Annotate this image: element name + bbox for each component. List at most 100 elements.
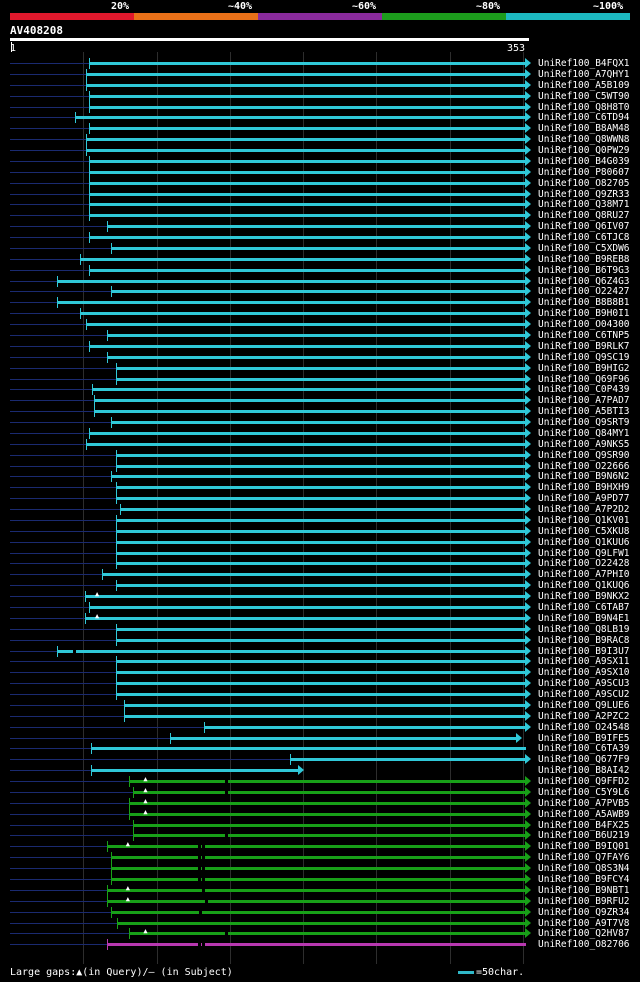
alignment-bar[interactable] <box>115 682 526 686</box>
hit-label[interactable]: UniRef100_Q9SRT9 <box>538 417 630 428</box>
hit-label[interactable]: UniRef100_O04300 <box>538 319 630 330</box>
hit-row[interactable]: UniRef100_B9HIG2 <box>0 362 640 374</box>
hit-row[interactable]: UniRef100_Q69F96 <box>0 373 640 385</box>
alignment-bar[interactable] <box>106 225 526 229</box>
hit-label[interactable]: UniRef100_Q1KUQ6 <box>538 580 630 591</box>
hit-label[interactable]: UniRef100_A9SX11 <box>538 656 630 667</box>
alignment-bar[interactable] <box>86 83 526 87</box>
alignment-bar[interactable] <box>84 595 526 599</box>
hit-row[interactable]: UniRef100_B9RAC8 <box>0 634 640 646</box>
alignment-bar[interactable] <box>86 323 526 327</box>
hit-label[interactable]: UniRef100_C6TA39 <box>538 743 630 754</box>
hit-row[interactable]: UniRef100_B9IFE5 <box>0 732 640 744</box>
hit-label[interactable]: UniRef100_Q8WWN8 <box>538 134 630 145</box>
hit-row[interactable]: ▲ UniRef100_B9N4E1 <box>0 612 640 624</box>
hit-row[interactable]: UniRef100_O82705 <box>0 177 640 189</box>
hit-row[interactable]: ▲ UniRef100_B9NBT1 <box>0 884 640 896</box>
alignment-bar[interactable] <box>92 388 526 392</box>
hit-label[interactable]: UniRef100_B9NBT1 <box>538 885 630 896</box>
alignment-bar[interactable] <box>89 606 526 609</box>
hit-row[interactable]: UniRef100_Q9LUE6 <box>0 699 640 711</box>
alignment-bar[interactable] <box>90 747 526 751</box>
hit-label[interactable]: UniRef100_O24548 <box>538 722 630 733</box>
hit-row[interactable]: UniRef100_Q9SR90 <box>0 449 640 461</box>
hit-label[interactable]: UniRef100_B9I3U7 <box>538 646 630 657</box>
alignment-bar[interactable] <box>93 399 526 403</box>
alignment-bar[interactable] <box>106 888 526 892</box>
alignment-bar[interactable] <box>102 573 526 577</box>
hit-row[interactable]: UniRef100_B8AM48 <box>0 123 640 135</box>
hit-label[interactable]: UniRef100_Q8RU27 <box>538 210 630 221</box>
hit-row[interactable]: UniRef100_C6TA39 <box>0 743 640 755</box>
alignment-bar[interactable] <box>133 834 526 838</box>
hit-row[interactable]: ▲ UniRef100_A7PVB5 <box>0 797 640 809</box>
hit-label[interactable]: UniRef100_Q8S3N4 <box>538 863 630 874</box>
hit-row[interactable]: UniRef100_Q6IV07 <box>0 221 640 233</box>
hit-row[interactable]: UniRef100_Q8RU27 <box>0 210 640 222</box>
hit-row[interactable]: UniRef100_Q6Z4G3 <box>0 275 640 287</box>
alignment-bar[interactable] <box>133 823 526 827</box>
alignment-bar[interactable] <box>106 943 526 947</box>
hit-row[interactable]: UniRef100_B4FQX1 <box>0 58 640 69</box>
alignment-bar[interactable] <box>93 410 526 414</box>
hit-row[interactable]: UniRef100_A7PAD7 <box>0 395 640 407</box>
hit-row[interactable]: UniRef100_A2PZC2 <box>0 710 640 722</box>
hit-row[interactable]: UniRef100_C5WT90 <box>0 90 640 102</box>
hit-label[interactable]: UniRef100_B4FX25 <box>538 820 630 831</box>
hit-row[interactable]: UniRef100_C6TD94 <box>0 112 640 124</box>
hit-label[interactable]: UniRef100_A7QHY1 <box>538 69 630 80</box>
hit-label[interactable]: UniRef100_C6TAB7 <box>538 602 630 613</box>
hit-row[interactable]: UniRef100_B8B8B1 <box>0 297 640 309</box>
hit-label[interactable]: UniRef100_B9RLK7 <box>538 341 630 352</box>
hit-row[interactable]: UniRef100_B6U219 <box>0 830 640 842</box>
hit-row[interactable]: ▲ UniRef100_B9RFU2 <box>0 895 640 907</box>
hit-row[interactable]: UniRef100_A7P2D2 <box>0 504 640 516</box>
alignment-bar[interactable] <box>89 62 526 65</box>
hit-label[interactable]: UniRef100_A7PAD7 <box>538 395 630 406</box>
alignment-bar[interactable] <box>115 366 526 370</box>
alignment-bar[interactable] <box>89 159 526 163</box>
alignment-bar[interactable] <box>115 377 526 381</box>
hit-row[interactable]: UniRef100_C6TJC8 <box>0 232 640 244</box>
hit-row[interactable]: UniRef100_B9I3U7 <box>0 645 640 657</box>
hit-label[interactable]: UniRef100_C6TJC8 <box>538 232 630 243</box>
alignment-bar[interactable] <box>115 627 526 631</box>
alignment-bar[interactable] <box>115 497 526 501</box>
alignment-bar[interactable] <box>115 660 526 664</box>
alignment-bar[interactable] <box>86 72 526 76</box>
hit-label[interactable]: UniRef100_A9SX10 <box>538 667 630 678</box>
hit-label[interactable]: UniRef100_B4G039 <box>538 156 630 167</box>
hit-label[interactable]: UniRef100_Q1KUU6 <box>538 537 630 548</box>
hit-row[interactable]: UniRef100_O04300 <box>0 319 640 331</box>
hit-label[interactable]: UniRef100_A9SCU2 <box>538 689 630 700</box>
hit-row[interactable]: UniRef100_O22666 <box>0 460 640 472</box>
alignment-bar[interactable] <box>80 312 526 316</box>
alignment-bar[interactable] <box>56 301 526 305</box>
alignment-bar[interactable] <box>111 421 526 425</box>
hit-label[interactable]: UniRef100_O22428 <box>538 558 630 569</box>
hit-label[interactable]: UniRef100_P80607 <box>538 167 630 178</box>
hit-label[interactable]: UniRef100_A9T7V8 <box>538 918 630 929</box>
hit-row[interactable]: UniRef100_A9SX10 <box>0 667 640 679</box>
hit-row[interactable]: UniRef100_Q9LFW1 <box>0 547 640 559</box>
hit-label[interactable]: UniRef100_C6TD94 <box>538 112 630 123</box>
alignment-bar[interactable] <box>119 508 526 512</box>
alignment-bar[interactable] <box>128 812 526 816</box>
hit-label[interactable]: UniRef100_B9NKX2 <box>538 591 630 602</box>
hit-label[interactable]: UniRef100_B9N4E1 <box>538 613 630 624</box>
hit-label[interactable]: UniRef100_Q9SR90 <box>538 450 630 461</box>
hit-row[interactable]: UniRef100_B4G039 <box>0 155 640 167</box>
hit-label[interactable]: UniRef100_C0P439 <box>538 384 630 395</box>
alignment-bar[interactable] <box>111 878 526 881</box>
hit-label[interactable]: UniRef100_A2PZC2 <box>538 711 630 722</box>
hit-row[interactable]: UniRef100_B9RLK7 <box>0 340 640 352</box>
hit-row[interactable]: ▲ UniRef100_A5AWB9 <box>0 808 640 820</box>
hit-row[interactable]: UniRef100_B8AI42 <box>0 765 640 777</box>
hit-label[interactable]: UniRef100_B9REB8 <box>538 254 630 265</box>
hit-row[interactable]: UniRef100_B9H0I1 <box>0 308 640 320</box>
alignment-bar[interactable] <box>89 203 526 207</box>
hit-label[interactable]: UniRef100_A7PVB5 <box>538 798 630 809</box>
hit-label[interactable]: UniRef100_A5AWB9 <box>538 809 630 820</box>
alignment-bar[interactable] <box>133 790 526 794</box>
alignment-bar[interactable] <box>124 714 526 718</box>
